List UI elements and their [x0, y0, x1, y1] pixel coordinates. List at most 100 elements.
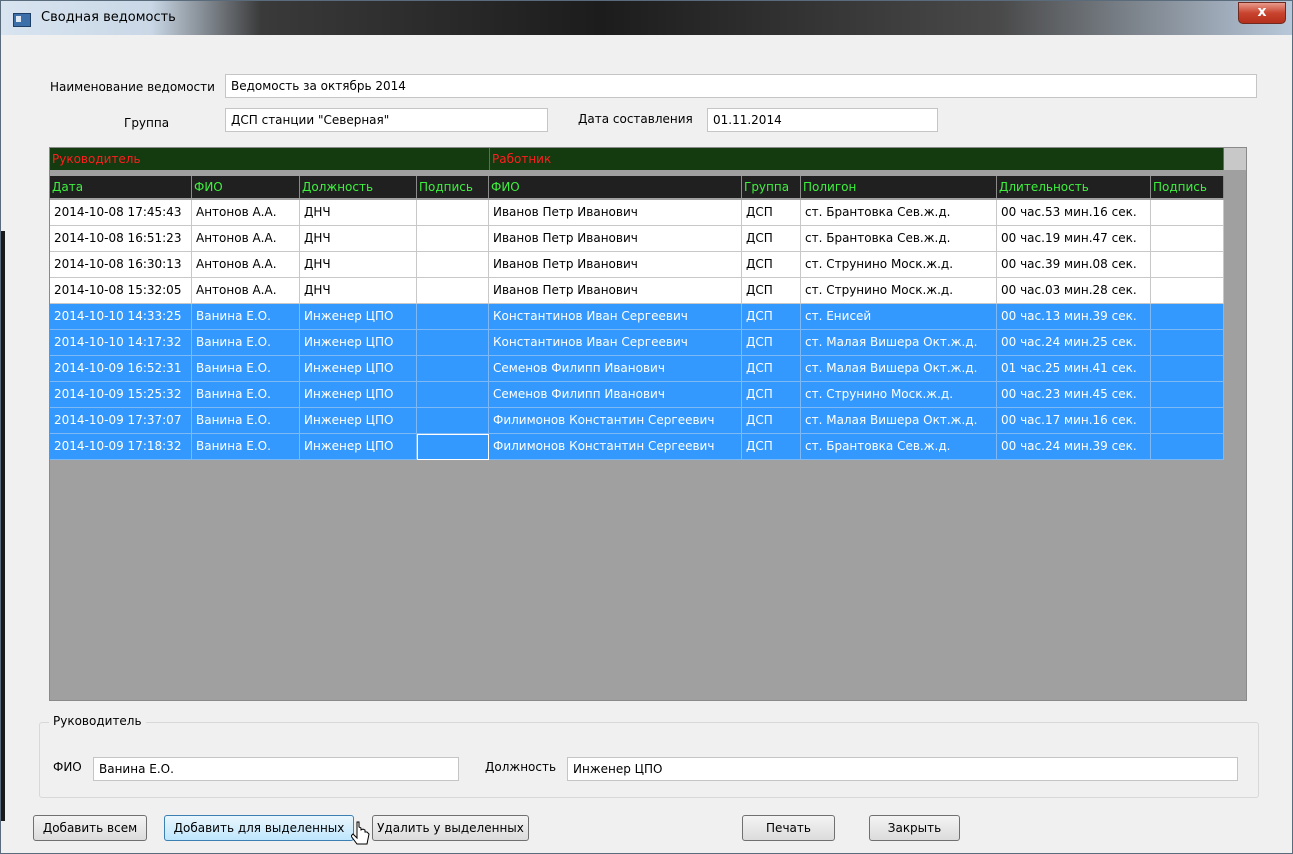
cell-manager-fio[interactable]: Ванина Е.О.	[192, 304, 300, 330]
table-row[interactable]: 2014-10-09 17:18:32 Ванина Е.О. Инженер ЦП…	[50, 434, 1224, 460]
table-row[interactable]: 2014-10-09 17:37:07 Ванина Е.О. Инженер ЦП…	[50, 408, 1224, 434]
cell-position[interactable]: Инженер ЦПО	[300, 304, 417, 330]
cell-group[interactable]: ДСП	[742, 252, 801, 278]
column-header-manager-signature[interactable]: Подпись	[417, 176, 489, 198]
column-header-worker-signature[interactable]: Подпись	[1151, 176, 1224, 198]
cell-worker-signature[interactable]	[1151, 382, 1224, 408]
cell-manager-fio[interactable]: Ванина Е.О.	[192, 382, 300, 408]
cell-group[interactable]: ДСП	[742, 304, 801, 330]
cell-polygon[interactable]: ст. Малая Вишера Окт.ж.д.	[801, 356, 997, 382]
cell-position[interactable]: ДНЧ	[300, 226, 417, 252]
cell-polygon[interactable]: ст. Струнино Моск.ж.д.	[801, 278, 997, 304]
cell-manager-signature[interactable]	[417, 200, 489, 226]
cell-duration[interactable]: 00 час.24 мин.39 сек.	[997, 434, 1151, 460]
cell-worker-fio[interactable]: Семенов Филипп Иванович	[489, 382, 742, 408]
title-bar[interactable]: Сводная ведомость x	[1, 1, 1292, 35]
cell-position[interactable]: ДНЧ	[300, 278, 417, 304]
cell-polygon[interactable]: ст. Струнино Моск.ж.д.	[801, 252, 997, 278]
cell-polygon[interactable]: ст. Брантовка Сев.ж.д.	[801, 434, 997, 460]
cell-worker-signature[interactable]	[1151, 226, 1224, 252]
cell-worker-fio[interactable]: Иванов Петр Иванович	[489, 252, 742, 278]
table-row[interactable]: 2014-10-08 16:30:13 Антонов А.А. ДНЧ Иванов…	[50, 252, 1224, 278]
cell-duration[interactable]: 00 час.13 мин.39 сек.	[997, 304, 1151, 330]
cell-group[interactable]: ДСП	[742, 278, 801, 304]
cell-manager-signature[interactable]	[417, 304, 489, 330]
cell-worker-signature[interactable]	[1151, 408, 1224, 434]
cell-manager-fio[interactable]: Ванина Е.О.	[192, 408, 300, 434]
cell-date[interactable]: 2014-10-09 17:18:32	[50, 434, 192, 460]
column-header-group[interactable]: Группа	[742, 176, 801, 198]
cell-manager-signature[interactable]	[417, 226, 489, 252]
cell-date[interactable]: 2014-10-08 16:30:13	[50, 252, 192, 278]
cell-date[interactable]: 2014-10-09 15:25:32	[50, 382, 192, 408]
column-header-position[interactable]: Должность	[300, 176, 417, 198]
add-all-button[interactable]: Добавить всем	[33, 815, 147, 841]
cell-duration[interactable]: 00 час.17 мин.16 сек.	[997, 408, 1151, 434]
column-header-polygon[interactable]: Полигон	[801, 176, 997, 198]
cell-date[interactable]: 2014-10-09 17:37:07	[50, 408, 192, 434]
table-row[interactable]: 2014-10-09 16:52:31 Ванина Е.О. Инженер ЦП…	[50, 356, 1224, 382]
cell-worker-signature[interactable]	[1151, 356, 1224, 382]
date-field[interactable]: 01.11.2014	[707, 108, 938, 132]
cell-worker-fio[interactable]: Иванов Петр Иванович	[489, 200, 742, 226]
table-row[interactable]: 2014-10-09 15:25:32 Ванина Е.О. Инженер ЦП…	[50, 382, 1224, 408]
cell-duration[interactable]: 00 час.03 мин.28 сек.	[997, 278, 1151, 304]
cell-polygon[interactable]: ст. Малая Вишера Окт.ж.д.	[801, 408, 997, 434]
cell-worker-signature[interactable]	[1151, 330, 1224, 356]
table-row[interactable]: 2014-10-08 17:45:43 Антонов А.А. ДНЧ Иванов…	[50, 200, 1224, 226]
cell-polygon[interactable]: ст. Брантовка Сев.ж.д.	[801, 226, 997, 252]
remove-selected-button[interactable]: Удалить у выделенных	[372, 815, 529, 841]
cell-worker-fio[interactable]: Филимонов Константин Сергеевич	[489, 408, 742, 434]
cell-manager-signature[interactable]	[417, 434, 489, 460]
cell-worker-signature[interactable]	[1151, 304, 1224, 330]
cell-position[interactable]: Инженер ЦПО	[300, 382, 417, 408]
cell-manager-fio[interactable]: Антонов А.А.	[192, 226, 300, 252]
close-button[interactable]: Закрыть	[869, 815, 960, 841]
cell-duration[interactable]: 00 час.39 мин.08 сек.	[997, 252, 1151, 278]
cell-polygon[interactable]: ст. Малая Вишера Окт.ж.д.	[801, 330, 997, 356]
cell-date[interactable]: 2014-10-08 15:32:05	[50, 278, 192, 304]
table-row[interactable]: 2014-10-08 15:32:05 Антонов А.А. ДНЧ Иванов…	[50, 278, 1224, 304]
column-header-worker-fio[interactable]: ФИО	[489, 176, 742, 198]
cell-group[interactable]: ДСП	[742, 382, 801, 408]
cell-worker-signature[interactable]	[1151, 434, 1224, 460]
table-row[interactable]: 2014-10-10 14:33:25 Ванина Е.О. Инженер ЦП…	[50, 304, 1224, 330]
cell-position[interactable]: Инженер ЦПО	[300, 408, 417, 434]
cell-position[interactable]: Инженер ЦПО	[300, 356, 417, 382]
column-header-date[interactable]: Дата	[50, 176, 192, 198]
cell-date[interactable]: 2014-10-08 17:45:43	[50, 200, 192, 226]
close-window-button[interactable]: x	[1238, 2, 1286, 24]
cell-group[interactable]: ДСП	[742, 330, 801, 356]
cell-manager-signature[interactable]	[417, 408, 489, 434]
cell-group[interactable]: ДСП	[742, 356, 801, 382]
print-button[interactable]: Печать	[742, 815, 835, 841]
cell-duration[interactable]: 00 час.19 мин.47 сек.	[997, 226, 1151, 252]
cell-group[interactable]: ДСП	[742, 408, 801, 434]
group-field[interactable]: ДСП станции "Северная"	[225, 108, 548, 132]
cell-worker-fio[interactable]: Константинов Иван Сергеевич	[489, 330, 742, 356]
manager-position-field[interactable]: Инженер ЦПО	[567, 757, 1238, 781]
cell-position[interactable]: Инженер ЦПО	[300, 330, 417, 356]
column-header-duration[interactable]: Длительность	[997, 176, 1151, 198]
cell-duration[interactable]: 00 час.53 мин.16 сек.	[997, 200, 1151, 226]
cell-worker-fio[interactable]: Филимонов Константин Сергеевич	[489, 434, 742, 460]
cell-manager-fio[interactable]: Антонов А.А.	[192, 278, 300, 304]
cell-worker-fio[interactable]: Константинов Иван Сергеевич	[489, 304, 742, 330]
add-selected-button[interactable]: Добавить для выделенных	[164, 815, 354, 841]
cell-manager-signature[interactable]	[417, 252, 489, 278]
cell-date[interactable]: 2014-10-09 16:52:31	[50, 356, 192, 382]
cell-polygon[interactable]: ст. Енисей	[801, 304, 997, 330]
cell-manager-fio[interactable]: Антонов А.А.	[192, 200, 300, 226]
table-row[interactable]: 2014-10-08 16:51:23 Антонов А.А. ДНЧ Иванов…	[50, 226, 1224, 252]
cell-group[interactable]: ДСП	[742, 200, 801, 226]
name-field[interactable]: Ведомость за октябрь 2014	[225, 74, 1257, 98]
cell-date[interactable]: 2014-10-10 14:33:25	[50, 304, 192, 330]
cell-polygon[interactable]: ст. Струнино Моск.ж.д.	[801, 382, 997, 408]
cell-manager-fio[interactable]: Ванина Е.О.	[192, 330, 300, 356]
cell-date[interactable]: 2014-10-10 14:17:32	[50, 330, 192, 356]
cell-manager-signature[interactable]	[417, 330, 489, 356]
records-grid[interactable]: Руководитель Работник Дата ФИО Должность По…	[49, 147, 1247, 701]
cell-group[interactable]: ДСП	[742, 226, 801, 252]
cell-manager-signature[interactable]	[417, 278, 489, 304]
cell-manager-fio[interactable]: Антонов А.А.	[192, 252, 300, 278]
